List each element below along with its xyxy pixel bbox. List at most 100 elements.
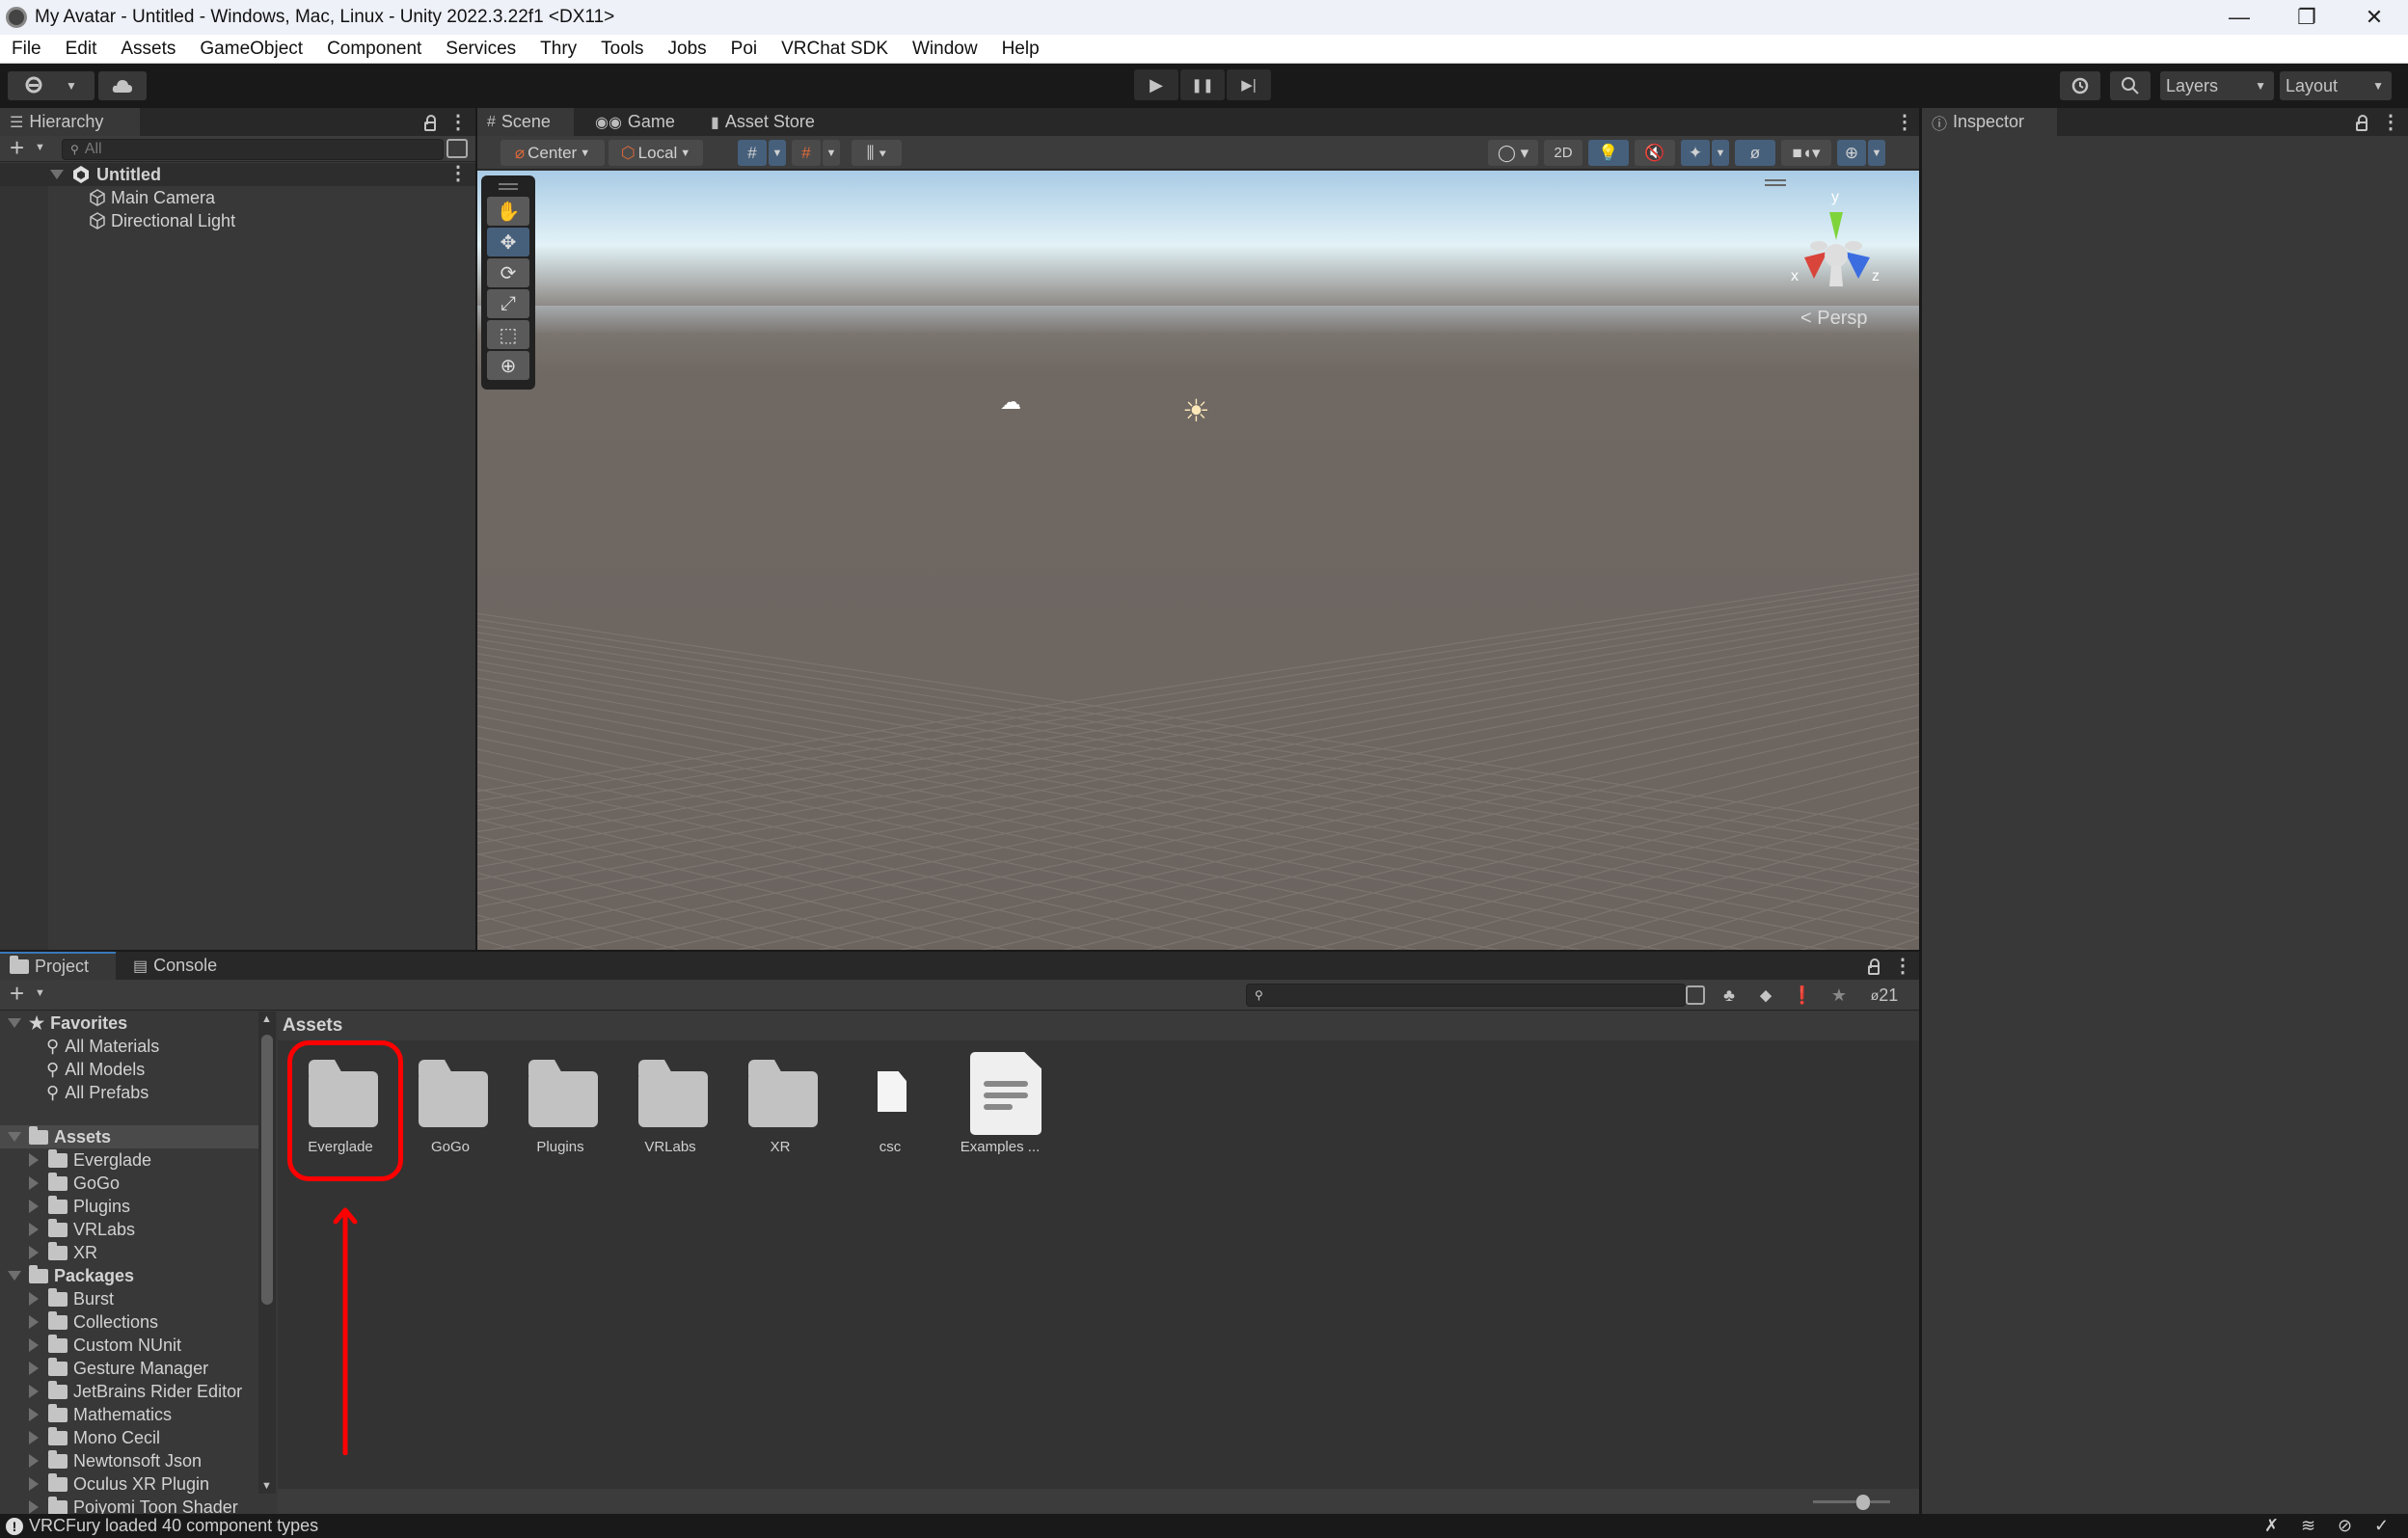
layers-dropdown[interactable]: Layers ▼ [2160,71,2274,100]
menu-services[interactable]: Services [446,39,516,60]
asset-item-csc[interactable]: csc [837,1050,943,1156]
expand-arrow-icon[interactable] [29,1431,39,1444]
tree-assets[interactable]: Assets [0,1125,258,1148]
hidden-objects-toggle[interactable]: ø [1735,140,1775,166]
menu-help[interactable]: Help [1002,39,1040,60]
camera-gizmo-icon[interactable]: ☁ [1000,390,1021,415]
pivot-rotation-dropdown[interactable]: ⬡ Local ▼ [609,140,703,166]
menu-thry[interactable]: Thry [540,39,577,60]
draw-mode-dropdown[interactable]: ◯ ▾ [1488,140,1538,166]
grid-visibility-dropdown[interactable]: ⫼ ▾ [852,140,902,166]
menu-component[interactable]: Component [327,39,421,60]
tab-game[interactable]: ◉◉ Game [585,108,685,136]
expand-arrow-icon[interactable] [50,170,64,179]
lighting-toggle[interactable]: 💡 [1588,140,1629,166]
lock-icon[interactable] [424,115,436,131]
minimize-button[interactable]: — [2205,0,2273,35]
search-button[interactable] [2110,71,2151,100]
tree-item[interactable]: Custom NUnit [0,1334,258,1357]
lock-icon[interactable] [2356,115,2367,131]
orientation-gizmo[interactable]: y x z [1770,180,1914,325]
asset-item-gogo[interactable]: GoGo [397,1050,503,1156]
tab-scene[interactable]: # Scene [477,108,574,136]
tab-hierarchy[interactable]: ☰ Hierarchy [0,108,140,136]
more-options-icon[interactable]: ⋮ [1895,110,1914,134]
tree-item[interactable]: Collections [0,1310,258,1334]
auto-refresh-off-icon[interactable]: ⊘ [2338,1516,2352,1536]
tree-item[interactable]: Everglade [0,1148,258,1172]
status-message[interactable]: VRCFury loaded 40 component types [29,1516,318,1536]
z-axis-cone[interactable] [1845,252,1870,279]
chevron-down-icon[interactable]: ▼ [35,987,45,999]
expand-arrow-icon[interactable] [29,1223,39,1236]
snap-dropdown[interactable]: ▼ [823,140,840,166]
play-button[interactable]: ▶ [1134,69,1178,100]
snap-increment-toggle[interactable]: # [792,140,821,166]
hierarchy-item[interactable]: Main Camera [0,186,475,209]
search-by-log-button[interactable]: ❗ [1786,982,1819,1009]
scene-viewport[interactable]: ✋ ✥ ⟳ ⤢ ⬚ ⊕ ☁ ☀ y x z < Persp [477,171,1919,950]
menu-window[interactable]: Window [912,39,978,60]
tree-item[interactable]: XR [0,1241,258,1264]
undo-history-button[interactable] [2060,71,2100,100]
expand-arrow-icon[interactable] [29,1338,39,1352]
menu-vrchat-sdk[interactable]: VRChat SDK [781,39,888,60]
menu-poi[interactable]: Poi [731,39,757,60]
favorites-button[interactable]: ★ [1823,982,1855,1009]
debug-off-icon[interactable]: ✗ [2264,1516,2279,1536]
expand-arrow-icon[interactable] [29,1176,39,1190]
chevron-down-icon[interactable]: ▼ [35,142,45,153]
zoom-slider-thumb[interactable] [1856,1495,1870,1510]
light-sun-gizmo-icon[interactable]: ☀ [1182,392,1210,429]
move-tool[interactable]: ✥ [487,228,529,256]
expand-arrow-icon[interactable] [29,1500,39,1514]
tree-scrollbar[interactable]: ▲ ▼ [258,1012,276,1494]
scroll-down-icon[interactable]: ▼ [261,1480,272,1492]
grid-snap-toggle[interactable]: # [738,140,767,166]
hierarchy-search-input[interactable]: ⚲ All [62,139,444,160]
asset-item-vrlabs[interactable]: VRLabs [617,1050,723,1156]
scrollbar-thumb[interactable] [261,1035,273,1305]
tree-packages[interactable]: Packages [0,1264,258,1287]
tab-project[interactable]: Project [0,952,116,980]
tree-item[interactable]: Burst [0,1287,258,1310]
add-icon[interactable]: + [10,979,24,1009]
more-options-icon[interactable]: ⋮ [448,110,468,134]
tree-item[interactable]: JetBrains Rider Editor [0,1380,258,1403]
gizmos-dropdown[interactable]: ▼ [1868,140,1885,166]
tab-asset-store[interactable]: ▮ Asset Store [701,108,825,136]
search-by-type-button[interactable]: ♣ [1713,982,1745,1009]
tree-item[interactable]: Mathematics [0,1403,258,1426]
effects-dropdown[interactable]: ▼ [1712,140,1729,166]
menu-gameobject[interactable]: GameObject [200,39,303,60]
toggle-2d-button[interactable]: 2D [1544,140,1583,166]
cloud-button[interactable] [98,71,147,100]
lock-icon[interactable] [1868,958,1880,975]
expand-arrow-icon[interactable] [29,1315,39,1329]
cache-server-icon[interactable]: ≋ [2301,1516,2315,1536]
expand-arrow-icon[interactable] [29,1153,39,1167]
camera-settings-dropdown[interactable]: ■◖▾ [1781,140,1831,166]
gizmos-toggle[interactable]: ⊕ [1837,140,1866,166]
x-axis-cone[interactable] [1804,252,1827,279]
rect-tool[interactable]: ⬚ [487,320,529,349]
expand-arrow-icon[interactable] [29,1362,39,1375]
more-options-icon[interactable]: ⋮ [2381,110,2400,134]
more-options-icon[interactable]: ⋮ [1893,954,1912,978]
tree-favorites[interactable]: ★ Favorites [0,1012,258,1035]
tree-item[interactable]: Newtonsoft Json [0,1449,258,1472]
expand-arrow-icon[interactable] [29,1477,39,1491]
search-popout-icon[interactable] [446,139,468,158]
hand-tool[interactable]: ✋ [487,197,529,226]
menu-assets[interactable]: Assets [121,39,176,60]
tree-item[interactable]: VRLabs [0,1218,258,1241]
tree-item[interactable]: Mono Cecil [0,1426,258,1449]
tab-inspector[interactable]: ⓘ Inspector [1922,108,2057,136]
effects-toggle[interactable]: ✦ [1681,140,1710,166]
account-dropdown[interactable]: ▼ [8,71,95,100]
maximize-button[interactable]: ❐ [2273,0,2340,35]
search-by-label-button[interactable]: ⬥ [1749,982,1782,1009]
tree-item[interactable]: ⚲ All Materials [0,1035,258,1058]
expand-arrow-icon[interactable] [8,1132,21,1142]
tree-item[interactable]: Plugins [0,1195,258,1218]
